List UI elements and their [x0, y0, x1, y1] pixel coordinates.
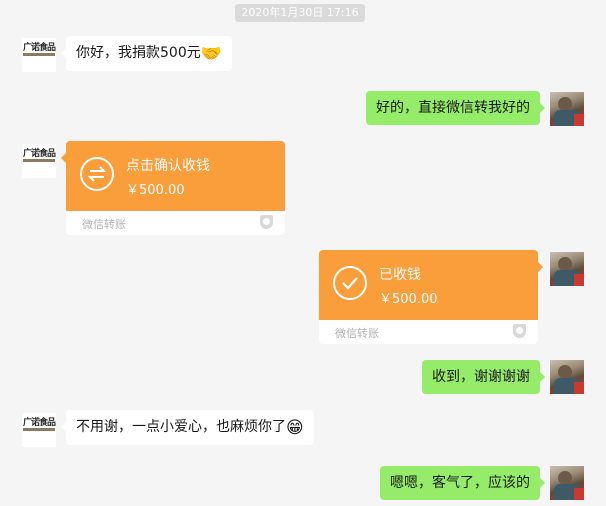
message-bubble-outgoing[interactable]: 收到，谢谢谢谢: [422, 360, 545, 394]
message-bubble-outgoing[interactable]: 嗯嗯，客气了，应该的: [380, 466, 545, 500]
transfer-arrows-icon: [80, 157, 114, 191]
transfer-title: 已收钱: [379, 267, 421, 283]
contact-avatar[interactable]: 广诺食品: [22, 38, 56, 72]
message-bubble-incoming[interactable]: 不用谢，一点小爱心，也麻烦你了😁: [61, 410, 314, 445]
transfer-amount: ￥500.00: [126, 183, 185, 198]
transfer-footer-label: 微信转账: [335, 327, 379, 340]
contact-avatar[interactable]: 广诺食品: [22, 413, 56, 447]
logo-bar: [23, 159, 55, 162]
contact-avatar[interactable]: 广诺食品: [22, 144, 56, 178]
transfer-card-outgoing[interactable]: 已收钱 ￥500.00 微信转账: [319, 250, 543, 344]
logo-bar: [23, 53, 55, 56]
checkmark-icon: [333, 266, 367, 300]
transfer-title: 点击确认收钱: [126, 158, 210, 174]
contact-logo-text: 广诺食品: [23, 43, 56, 53]
message-bubble-incoming[interactable]: 你好，我捐款500元🤝: [61, 36, 232, 71]
contact-logo-text: 广诺食品: [23, 149, 56, 159]
message-text: 你好，我捐款500元: [76, 45, 201, 61]
transfer-card-incoming[interactable]: 点击确认收钱 ￥500.00 微信转账: [61, 141, 285, 235]
message-text: 好的，直接微信转我好的: [376, 100, 530, 116]
my-avatar[interactable]: [550, 360, 584, 394]
shield-icon: [513, 324, 526, 338]
message-text: 收到，谢谢谢谢: [432, 369, 530, 385]
my-avatar[interactable]: [550, 466, 584, 500]
message-text: 嗯嗯，客气了，应该的: [390, 475, 530, 491]
handshake-emoji-icon: 🤝: [200, 44, 222, 64]
timestamp: 2020年1月30日 17:16: [235, 4, 365, 22]
contact-logo-text: 广诺食品: [23, 418, 56, 428]
transfer-footer-label: 微信转账: [82, 218, 126, 231]
my-avatar[interactable]: [550, 92, 584, 126]
message-bubble-outgoing[interactable]: 好的，直接微信转我好的: [366, 91, 545, 125]
message-text: 不用谢，一点小爱心，也麻烦你了: [76, 419, 286, 435]
grinning-emoji-icon: 😁: [286, 418, 304, 438]
transfer-amount: ￥500.00: [379, 292, 438, 307]
shield-icon: [260, 215, 273, 229]
logo-bar: [23, 428, 55, 431]
my-avatar[interactable]: [550, 252, 584, 286]
